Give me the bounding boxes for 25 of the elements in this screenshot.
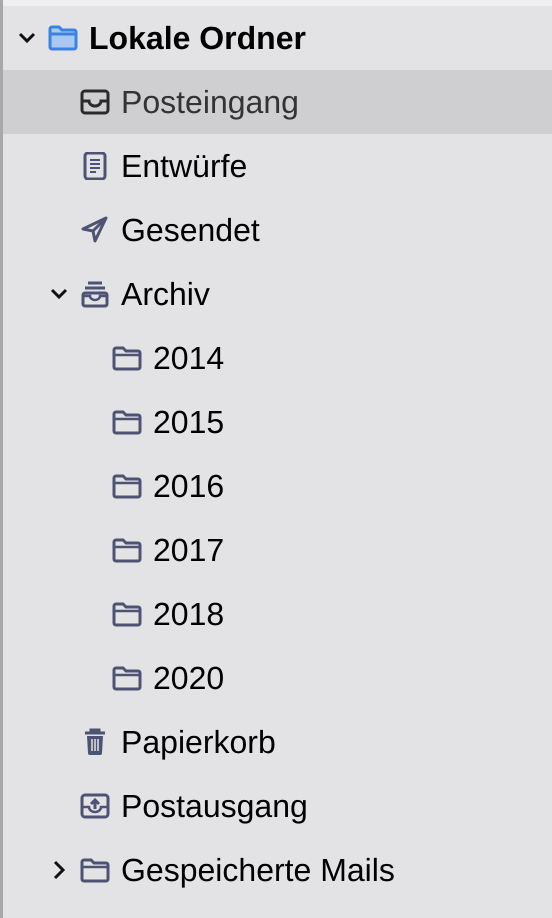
folder-icon [111,664,143,692]
folder-item[interactable]: Posteingang [3,70,552,134]
folder-icon [111,408,143,436]
folder-item[interactable]: Lokale Ordner [3,6,552,70]
folder-item[interactable]: 2015 [3,390,552,454]
folder-item[interactable]: 2020 [3,646,552,710]
folder-icon [111,472,143,500]
folder-item[interactable]: 2018 [3,582,552,646]
folder-item[interactable]: Gesendet [3,198,552,262]
folder-icon [47,24,79,52]
folder-icon [111,600,143,628]
folder-item[interactable]: 2017 [3,518,552,582]
folder-item[interactable]: Papierkorb [3,710,552,774]
outbox-icon [79,792,111,820]
folder-item[interactable]: Gespeicherte Mails [3,838,552,902]
archive-icon [79,280,111,308]
folder-icon [111,344,143,372]
folder-item[interactable]: Postausgang [3,774,552,838]
folder-item[interactable]: 2016 [3,454,552,518]
folder-item[interactable]: Archiv [3,262,552,326]
folder-item[interactable]: 2014 [3,326,552,390]
folder-icon [79,856,111,884]
folder-item[interactable]: Entwürfe [3,134,552,198]
inbox-icon [79,88,111,116]
folder-icon [111,536,143,564]
